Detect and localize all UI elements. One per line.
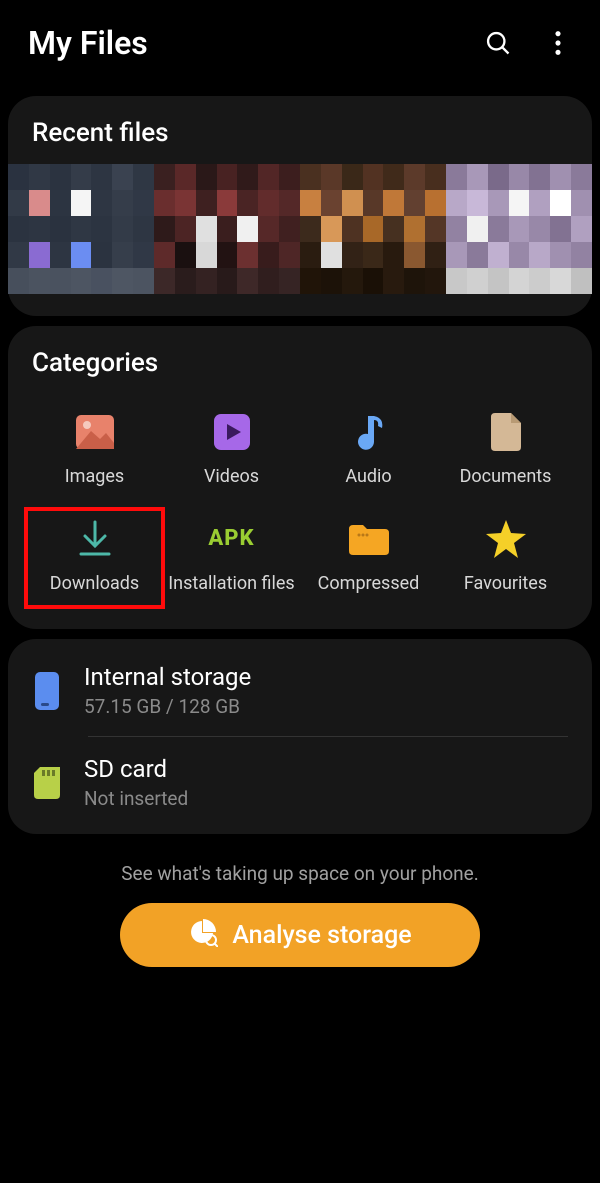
category-label: Downloads bbox=[50, 573, 139, 596]
sd-card-row[interactable]: SD card Not inserted bbox=[8, 741, 592, 824]
internal-storage-text: Internal storage 57.15 GB / 128 GB bbox=[84, 663, 568, 718]
category-installation-files[interactable]: APK Installation files bbox=[163, 509, 300, 608]
divider bbox=[88, 736, 568, 737]
app-title: My Files bbox=[28, 24, 148, 62]
category-label: Installation files bbox=[168, 573, 294, 596]
category-images[interactable]: Images bbox=[26, 402, 163, 497]
category-label: Favourites bbox=[464, 573, 547, 596]
compressed-icon bbox=[347, 517, 391, 561]
apk-icon: APK bbox=[210, 517, 254, 561]
category-audio[interactable]: Audio bbox=[300, 402, 437, 497]
storage-status: Not inserted bbox=[84, 787, 568, 810]
category-documents[interactable]: Documents bbox=[437, 402, 574, 497]
storage-title: SD card bbox=[84, 755, 568, 783]
category-compressed[interactable]: Compressed bbox=[300, 509, 437, 608]
category-downloads[interactable]: Downloads bbox=[24, 507, 165, 610]
analyse-storage-button[interactable]: Analyse storage bbox=[120, 903, 480, 967]
recent-files-thumbnails[interactable] bbox=[8, 164, 592, 294]
category-label: Videos bbox=[204, 466, 259, 489]
documents-icon bbox=[484, 410, 528, 454]
pie-chart-icon bbox=[188, 917, 218, 954]
star-icon bbox=[484, 517, 528, 561]
recent-files-card: Recent files bbox=[8, 96, 592, 316]
downloads-icon bbox=[73, 517, 117, 561]
categories-card: Categories Images Videos Audio Documents bbox=[8, 326, 592, 629]
search-icon[interactable] bbox=[484, 29, 512, 57]
app-header: My Files bbox=[0, 0, 600, 86]
category-label: Compressed bbox=[318, 573, 420, 596]
storage-card: Internal storage 57.15 GB / 128 GB SD ca… bbox=[8, 639, 592, 834]
category-label: Documents bbox=[460, 466, 552, 489]
storage-title: Internal storage bbox=[84, 663, 568, 691]
categories-title: Categories bbox=[8, 348, 592, 394]
sd-card-text: SD card Not inserted bbox=[84, 755, 568, 810]
header-actions bbox=[484, 29, 572, 57]
storage-usage: 57.15 GB / 128 GB bbox=[84, 695, 568, 718]
categories-grid: Images Videos Audio Documents Downloads bbox=[8, 394, 592, 607]
analyse-button-label: Analyse storage bbox=[232, 921, 411, 950]
category-label: Audio bbox=[345, 466, 391, 489]
category-videos[interactable]: Videos bbox=[163, 402, 300, 497]
videos-icon bbox=[210, 410, 254, 454]
sd-card-icon bbox=[32, 764, 62, 802]
footer-hint: See what's taking up space on your phone… bbox=[0, 862, 600, 885]
more-options-icon[interactable] bbox=[544, 29, 572, 57]
audio-icon bbox=[347, 410, 391, 454]
category-favourites[interactable]: Favourites bbox=[437, 509, 574, 608]
internal-storage-row[interactable]: Internal storage 57.15 GB / 128 GB bbox=[8, 649, 592, 732]
category-label: Images bbox=[65, 466, 124, 489]
phone-icon bbox=[32, 672, 62, 710]
images-icon bbox=[73, 410, 117, 454]
recent-files-title: Recent files bbox=[8, 118, 592, 164]
